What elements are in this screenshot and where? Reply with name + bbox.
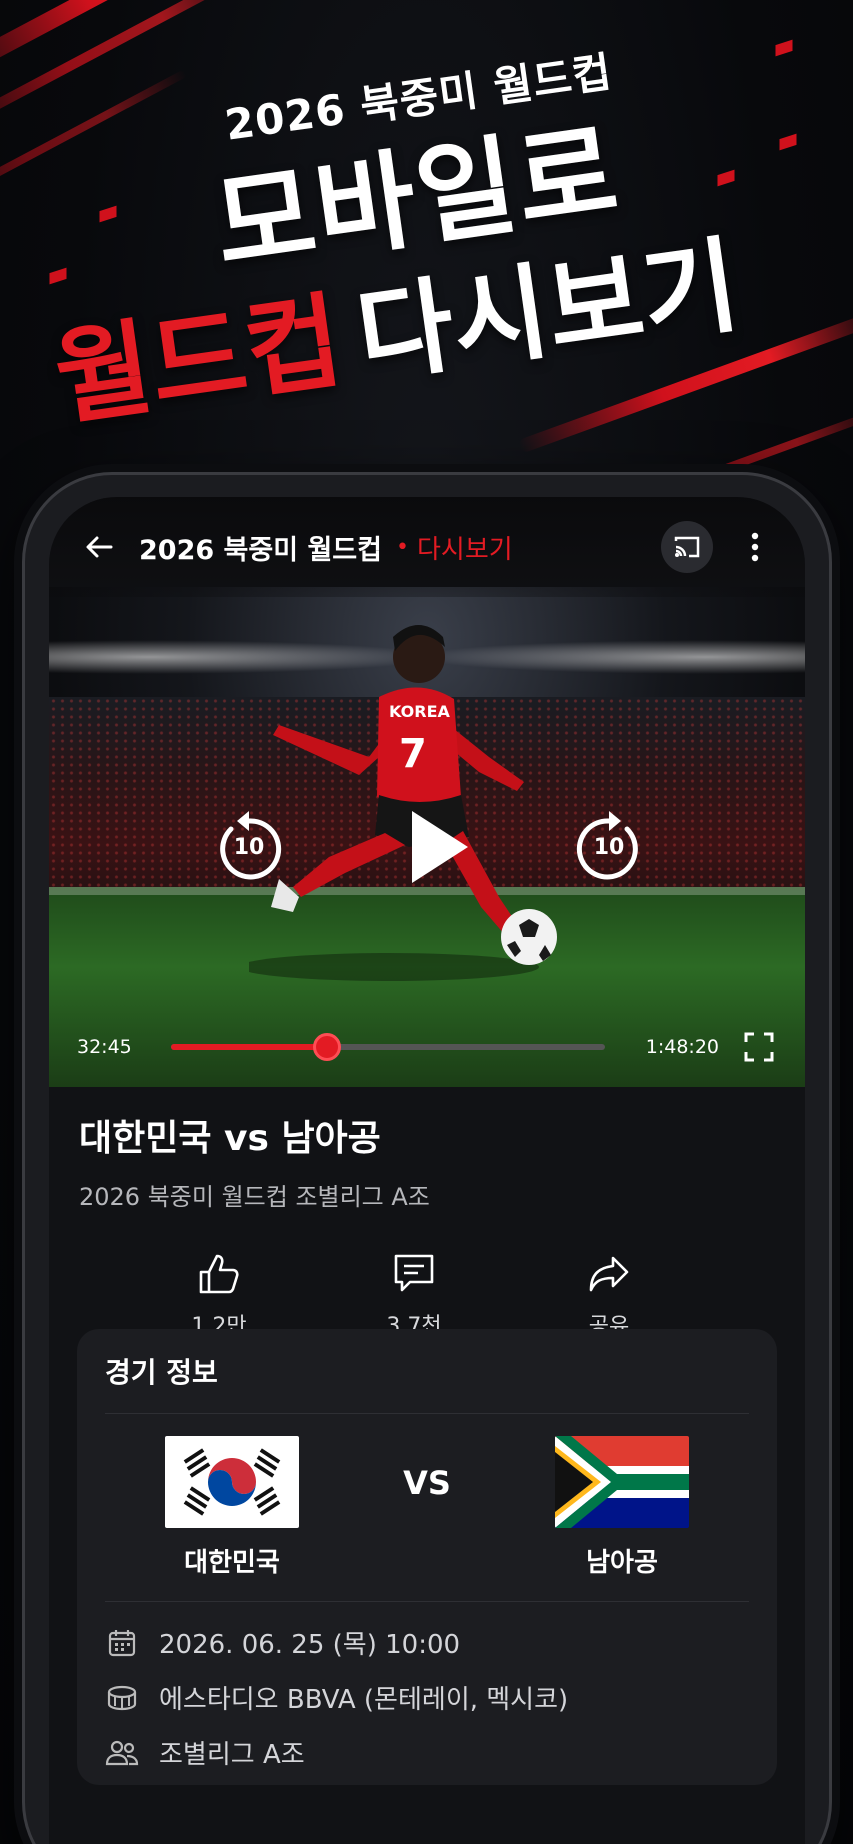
fullscreen-button[interactable] [741, 1029, 777, 1065]
title-separator: • [396, 534, 409, 560]
venue-row: 에스타디오 BBVA (몬테레이, 멕시코) [105, 1679, 749, 1716]
match-info-card: 경기 정보 대한민국 VS 남아공 2026. 06. 25 (목) 10:00… [77, 1329, 777, 1785]
share-button[interactable]: 공유 [549, 1252, 669, 1340]
comment-icon [394, 1254, 434, 1292]
arrow-left-icon [86, 536, 113, 558]
total-time: 1:48:20 [645, 1036, 719, 1058]
match-venue: 에스타디오 BBVA (몬테레이, 멕시코) [159, 1685, 569, 1715]
jersey-text: KOREA [389, 702, 451, 721]
match-datetime: 2026. 06. 25 (목) 10:00 [159, 1630, 461, 1660]
jersey-number: 7 [399, 731, 427, 777]
skip-back-button[interactable]: 10 [209, 807, 289, 887]
match-info-section: 대한민국 vs 남아공 2026 북중미 월드컵 조별리그 A조 1.2만 3.… [49, 1097, 805, 1785]
share-icon [589, 1256, 629, 1292]
video-player[interactable]: KOREA 7 10 10 32:45 1:48:20 [49, 587, 805, 1087]
away-team-name: 남아공 [586, 1548, 658, 1578]
play-button[interactable] [389, 797, 489, 897]
promo-headline: 2026 북중미 월드컵 모바일로 월드컵다시보기 [0, 0, 853, 470]
seek-bar[interactable] [171, 1033, 605, 1061]
app-screen: 2026 북중미 월드컵 • 다시보기 KOREA 7 10 10 32:45 … [49, 497, 805, 1844]
match-title: 대한민국 vs 남아공 [79, 1118, 381, 1159]
calendar-icon [105, 1626, 139, 1660]
home-team-name: 대한민국 [184, 1548, 280, 1578]
seek-bar-thumb[interactable] [313, 1033, 342, 1061]
promo-line-3-white: 다시보기 [349, 223, 746, 398]
screen-title: 2026 북중미 월드컵 [139, 534, 382, 566]
thumbs-up-icon [199, 1254, 239, 1294]
top-bar-actions [661, 521, 777, 573]
cast-button[interactable] [661, 521, 713, 573]
match-group: 조별리그 A조 [159, 1740, 305, 1770]
cast-icon [674, 536, 700, 558]
versus-label: VS [403, 1464, 451, 1502]
promo-line-3-red: 월드컵 [47, 279, 350, 441]
teams-row: 대한민국 VS 남아공 [105, 1436, 749, 1579]
fullscreen-icon [744, 1032, 774, 1062]
match-datetime-row: 2026. 06. 25 (목) 10:00 [105, 1624, 749, 1661]
back-button[interactable] [77, 525, 121, 569]
action-row: 1.2만 3.7천 공유 [159, 1252, 669, 1340]
seek-bar-progress [171, 1044, 328, 1050]
divider [105, 1601, 749, 1602]
match-subtitle: 2026 북중미 월드컵 조별리그 A조 [79, 1183, 430, 1211]
stadium-icon [105, 1681, 139, 1715]
comment-button[interactable]: 3.7천 [354, 1252, 474, 1340]
group-row: 조별리그 A조 [105, 1734, 749, 1771]
group-icon [105, 1736, 139, 1770]
like-button[interactable]: 1.2만 [159, 1252, 279, 1340]
phone-frame: 2026 북중미 월드컵 • 다시보기 KOREA 7 10 10 32:45 … [22, 472, 832, 1844]
card-title: 경기 정보 [105, 1356, 218, 1389]
south-africa-flag-icon [555, 1436, 689, 1528]
current-time: 32:45 [77, 1036, 132, 1058]
screen-subtitle: 다시보기 [416, 534, 513, 565]
more-options-button[interactable] [733, 521, 777, 573]
home-team[interactable]: 대한민국 [165, 1436, 299, 1579]
skip-forward-seconds: 10 [593, 834, 625, 860]
more-vertical-icon [751, 532, 759, 562]
away-team[interactable]: 남아공 [555, 1436, 689, 1579]
divider [105, 1413, 749, 1414]
skip-forward-button[interactable]: 10 [569, 807, 649, 887]
play-icon [412, 811, 468, 883]
skip-back-seconds: 10 [233, 834, 265, 860]
korea-flag-icon [165, 1436, 299, 1528]
top-bar: 2026 북중미 월드컵 • 다시보기 [49, 497, 805, 597]
progress-row: 32:45 1:48:20 [49, 1027, 805, 1067]
